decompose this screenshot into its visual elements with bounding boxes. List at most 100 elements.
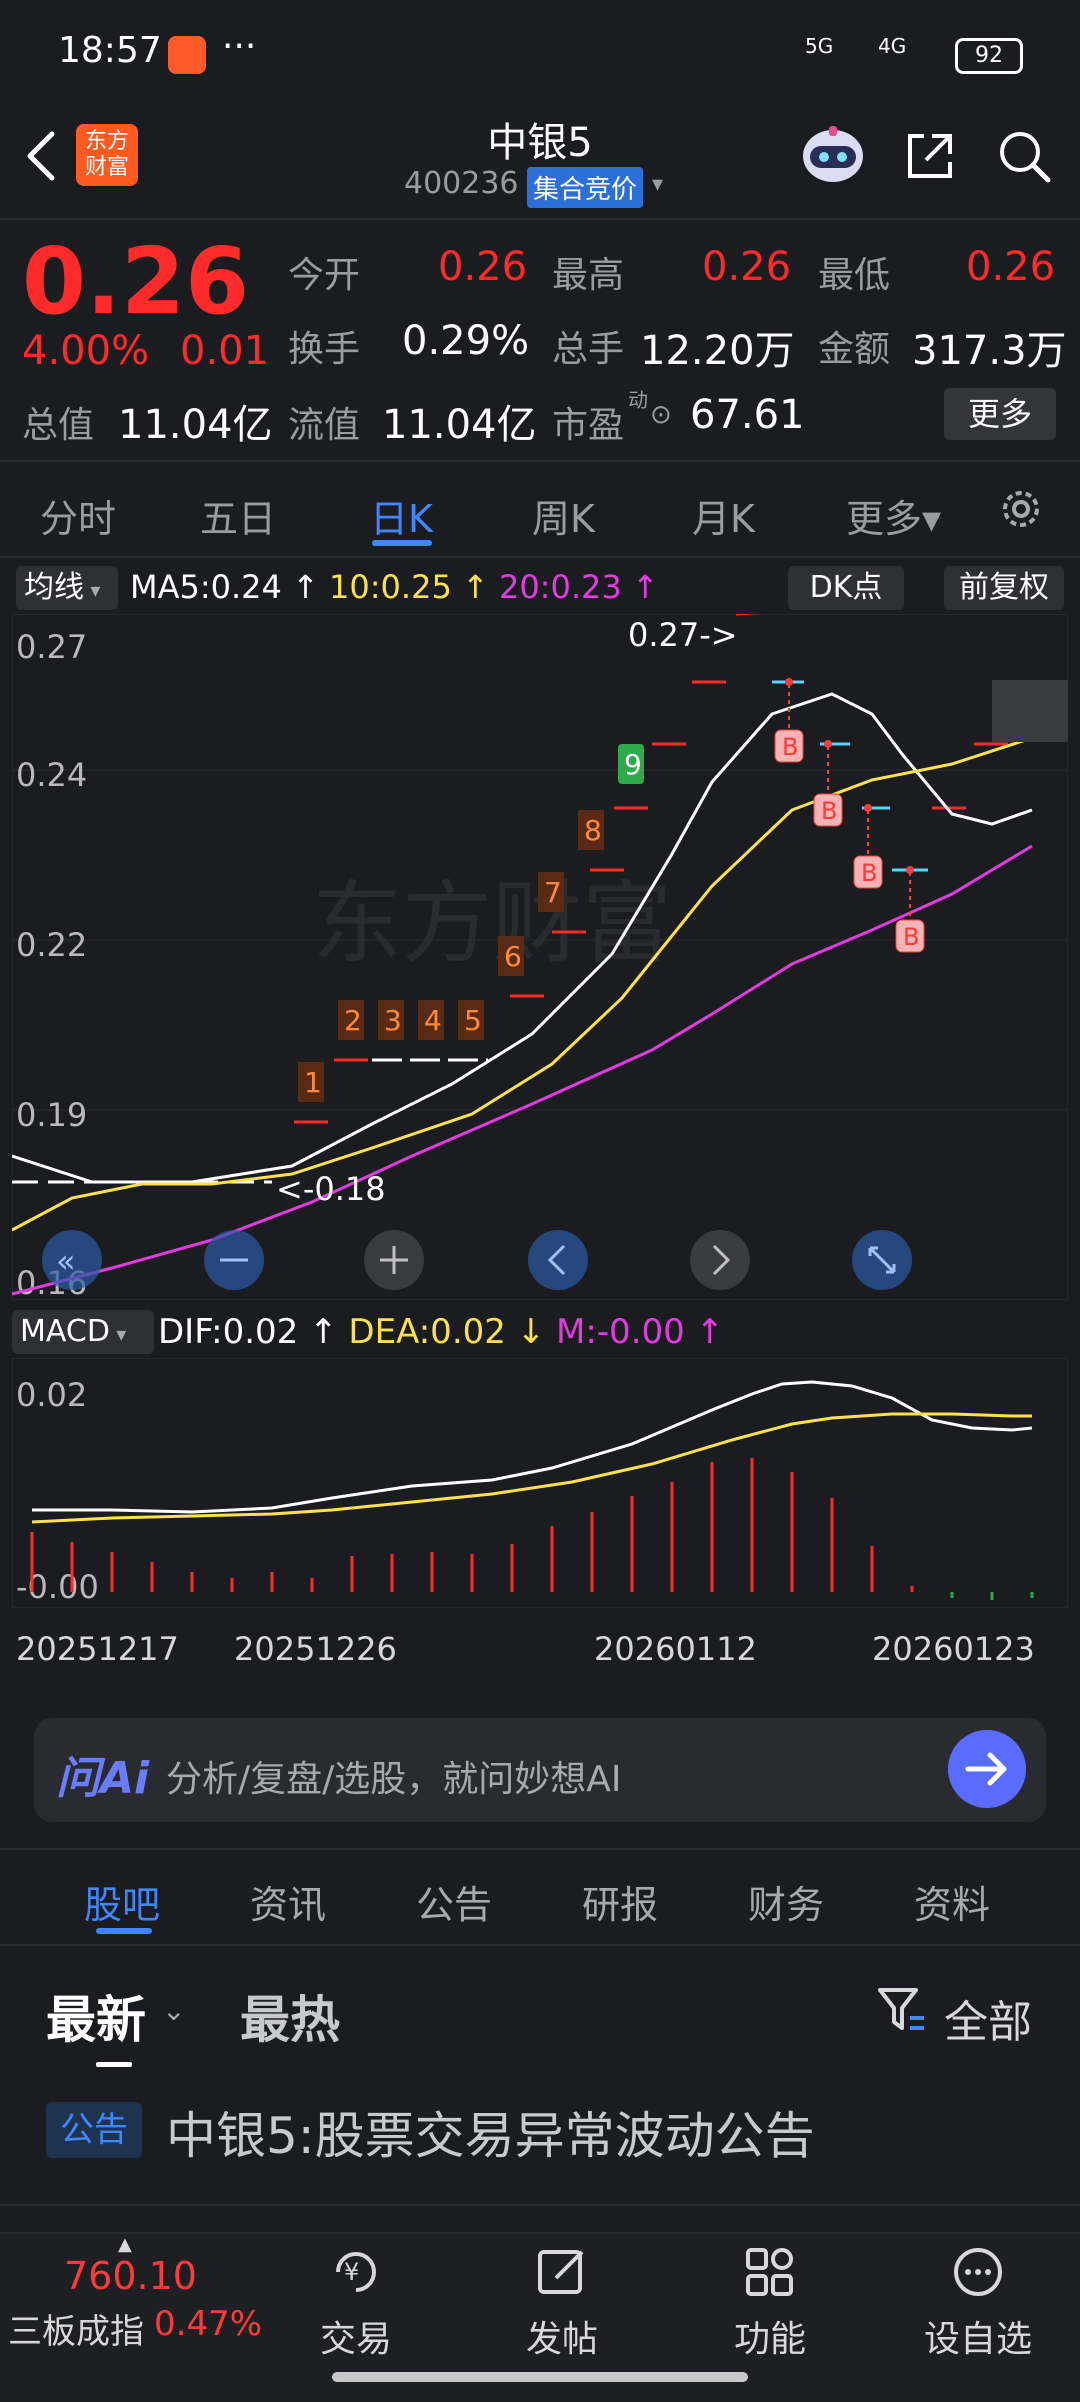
- scroll-left-button: [528, 1230, 588, 1290]
- seq-2: 2: [344, 1004, 362, 1037]
- tab-news[interactable]: 资讯: [250, 1874, 326, 1929]
- tab-profile[interactable]: 资料: [914, 1874, 990, 1929]
- max-price-annotation: 0.27->: [628, 616, 738, 654]
- filter-icon[interactable]: [876, 1984, 928, 2036]
- volume-value: 12.20万: [640, 328, 795, 374]
- kline-chart[interactable]: 东方财富 0.27 0.24 0.22 0.19 0.16 B: [12, 614, 1068, 1300]
- functions-grid-icon[interactable]: [742, 2244, 798, 2300]
- stock-code: 400236: [404, 166, 519, 201]
- seq-6: 6: [504, 940, 522, 973]
- index-percent[interactable]: 0.47%: [154, 2304, 262, 2344]
- signal-4g-icon: 4G: [878, 34, 907, 58]
- tab-more[interactable]: 更多▾: [846, 488, 941, 543]
- macd-chart[interactable]: 0.02 -0.00: [12, 1358, 1068, 1608]
- ma-legend: MA5:0.24 ↑ 10:0.25 ↑ 20:0.23 ↑: [130, 568, 659, 606]
- svg-text:«: «: [56, 1242, 76, 1280]
- sort-hot[interactable]: 最热: [240, 1980, 340, 2052]
- volume-label: 总手: [552, 329, 625, 370]
- ma5-value: MA5:0.24 ↑: [130, 568, 319, 606]
- more-quote-button[interactable]: 更多: [944, 388, 1056, 440]
- dif-value: DIF:0.02 ↑: [158, 1312, 338, 1352]
- m-value: M:-0.00 ↑: [556, 1312, 725, 1352]
- divider: [0, 1944, 1080, 1946]
- seq-7: 7: [544, 876, 562, 909]
- filter-all-label[interactable]: 全部: [944, 1986, 1032, 2050]
- send-arrow-icon[interactable]: [948, 1730, 1026, 1808]
- chevron-down-icon[interactable]: ⌄: [162, 1994, 185, 2027]
- home-indicator[interactable]: [332, 2372, 748, 2382]
- high-value: 0.26: [702, 244, 792, 290]
- ma-button-label: 均线: [24, 570, 84, 605]
- divider: [0, 556, 1080, 558]
- macd-legend: DIF:0.02 ↑ DEA:0.02 ↓ M:-0.00 ↑: [158, 1312, 724, 1352]
- ai-robot-icon[interactable]: [800, 124, 866, 186]
- tab-research[interactable]: 研报: [582, 1874, 658, 1929]
- nav-post[interactable]: 发帖: [526, 2310, 598, 2362]
- ai-logo: 问Ai: [56, 1753, 150, 1804]
- caret-up-icon[interactable]: ▲: [118, 2234, 132, 2255]
- status-more-icon: ···: [222, 26, 257, 67]
- date-label-1: 20251226: [234, 1630, 397, 1668]
- divider: [0, 460, 1080, 462]
- status-bar: [0, 0, 1080, 110]
- tab-five-day[interactable]: 五日: [200, 488, 276, 543]
- tab-weekly-k[interactable]: 周K: [532, 488, 595, 543]
- trade-icon[interactable]: ¥: [328, 2244, 384, 2300]
- list-item-title[interactable]: 中银5:股票交易异常波动公告: [166, 2096, 815, 2168]
- tab-intraday[interactable]: 分时: [40, 488, 116, 543]
- mktcap-value: 11.04亿: [118, 402, 273, 448]
- macd-y-label-1: -0.00: [16, 1568, 99, 1606]
- gear-icon[interactable]: [996, 484, 1046, 534]
- compose-post-icon[interactable]: [534, 2244, 590, 2300]
- nav-functions[interactable]: 功能: [734, 2310, 806, 2362]
- low-value: 0.26: [966, 244, 1056, 290]
- price-change: 0.01: [180, 328, 270, 374]
- watermark-logo: 东方财富: [312, 871, 672, 976]
- date-label-2: 20260112: [594, 1630, 757, 1668]
- active-tab-indicator: [372, 540, 432, 546]
- nav-add-watchlist[interactable]: 设自选: [924, 2310, 1032, 2362]
- macd-button-label: MACD: [20, 1314, 110, 1349]
- open-value: 0.26: [438, 244, 528, 290]
- y-label-1: 0.24: [16, 756, 87, 794]
- macd-y-label-0: 0.02: [16, 1376, 87, 1414]
- turnover-label: 换手: [288, 329, 361, 370]
- nav-trade[interactable]: 交易: [320, 2310, 392, 2362]
- more-circle-icon[interactable]: [950, 2244, 1006, 2300]
- date-label-0: 20251217: [16, 1630, 179, 1668]
- tab-daily-k[interactable]: 日K: [370, 488, 433, 543]
- price-adjust-button[interactable]: 前复权: [944, 566, 1064, 610]
- share-icon[interactable]: [902, 128, 958, 184]
- buy-marker: B: [782, 733, 798, 761]
- tab-announcements[interactable]: 公告: [416, 1874, 492, 1929]
- y-label-2: 0.22: [16, 926, 87, 964]
- amount-label: 金额: [818, 329, 891, 370]
- buy-marker: B: [903, 923, 919, 951]
- info-icon[interactable]: ⊙: [650, 400, 672, 430]
- caret-down-icon[interactable]: ▾: [652, 172, 663, 197]
- auction-status-badge[interactable]: 集合竞价: [527, 167, 644, 208]
- sort-latest[interactable]: 最新: [46, 1980, 146, 2052]
- tab-stock-forum[interactable]: 股吧: [84, 1874, 160, 1929]
- tab-monthly-k[interactable]: 月K: [692, 488, 755, 543]
- buy-marker: B: [821, 797, 837, 825]
- seq-5: 5: [464, 1004, 482, 1037]
- index-value[interactable]: 760.10: [64, 2254, 197, 2298]
- caret-down-icon: ▾: [109, 1322, 127, 1346]
- y-label-0: 0.27: [16, 628, 87, 666]
- macd-indicator-button[interactable]: MACD ▾: [12, 1310, 154, 1354]
- ai-input-placeholder[interactable]: 分析/复盘/选股，就问妙想AI: [166, 1750, 622, 1802]
- battery-icon: 92: [955, 38, 1023, 74]
- tab-finance[interactable]: 财务: [748, 1874, 824, 1929]
- active-sort-indicator: [96, 2062, 132, 2067]
- last-price: 0.26: [22, 228, 249, 335]
- date-label-3: 20260123: [872, 1630, 1035, 1668]
- pe-value: 67.61: [690, 392, 805, 438]
- ma20-value: 20:0.23 ↑: [498, 568, 659, 606]
- ma-indicator-button[interactable]: 均线 ▾: [16, 566, 118, 610]
- pe-dynamic-mark: 动: [628, 388, 648, 412]
- caret-down-icon: ▾: [84, 578, 101, 602]
- index-name[interactable]: 三板成指: [8, 2304, 144, 2353]
- dk-point-button[interactable]: DK点: [788, 566, 904, 610]
- search-icon[interactable]: [996, 128, 1052, 184]
